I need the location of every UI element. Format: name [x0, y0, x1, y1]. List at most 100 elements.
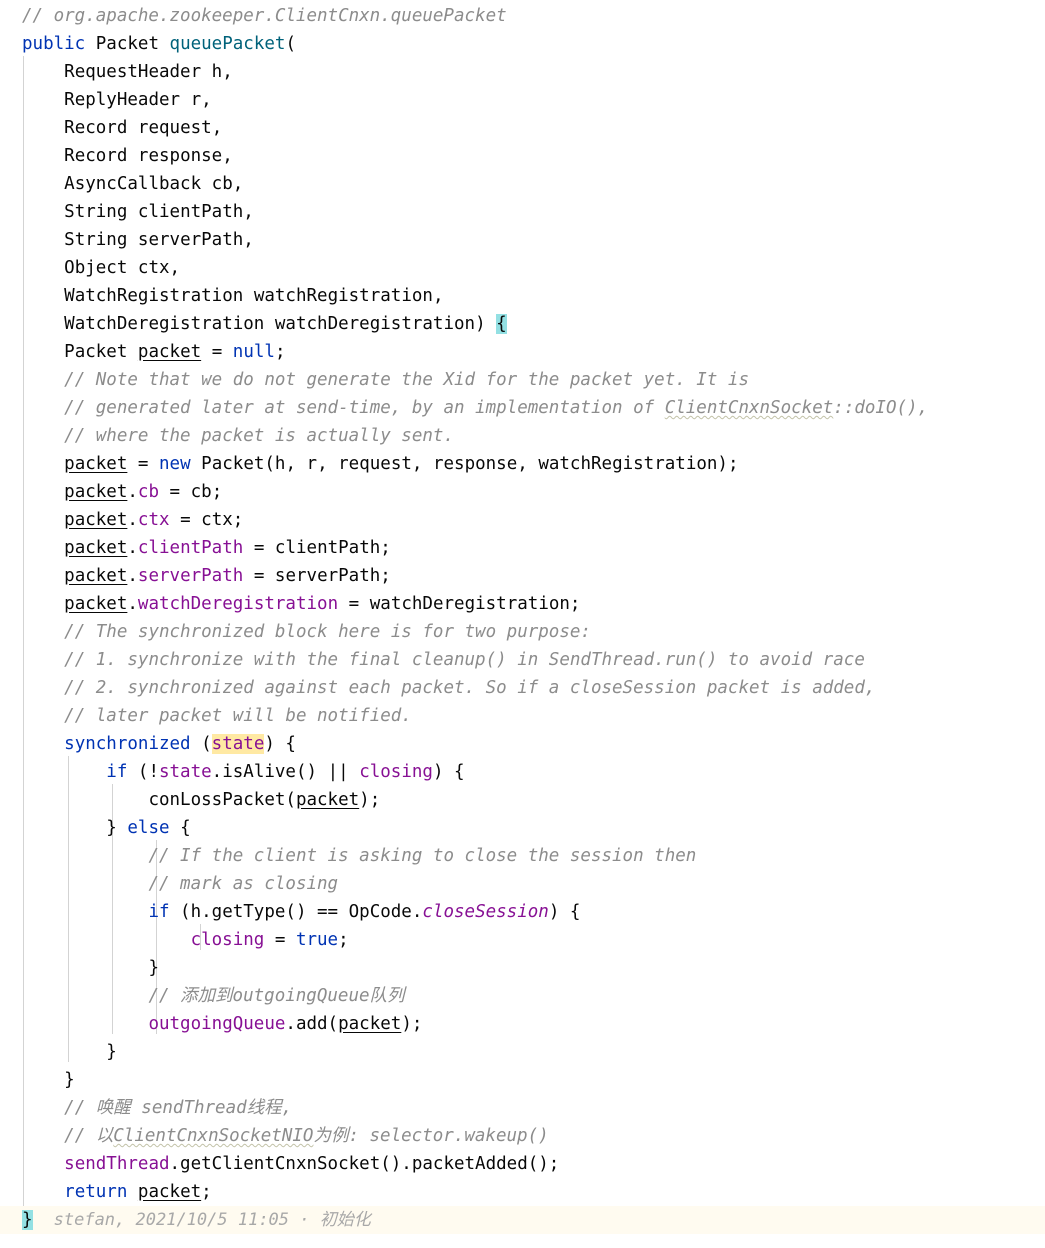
decl-type: Packet — [64, 342, 128, 362]
code-line-comment[interactable]: // The synchronized block here is for tw… — [0, 618, 1045, 646]
keyword-null: null — [232, 342, 275, 362]
code-line-comment-cn[interactable]: // 以ClientCnxnSocketNIO为例: selector.wake… — [0, 1122, 1045, 1150]
local-var-packet: packet — [295, 790, 360, 810]
local-var-packet: packet — [64, 566, 128, 586]
code-line-method-signature[interactable]: public Packet queuePacket( — [0, 30, 1045, 58]
param-sep: , — [201, 90, 212, 110]
keyword-public: public — [22, 34, 86, 54]
param-name: r — [190, 90, 202, 110]
code-line-comment[interactable]: // later packet will be notified. — [0, 702, 1045, 730]
param-sep: , — [211, 118, 223, 138]
method-name: queuePacket — [169, 34, 286, 54]
code-line-new-packet[interactable]: packet = new Packet(h, r, request, respo… — [0, 450, 1045, 478]
code-line-field-assign[interactable]: packet.clientPath = clientPath; — [0, 534, 1045, 562]
param-type: Object — [64, 258, 128, 278]
code-line-closing-true[interactable]: closing = true; — [0, 926, 1045, 954]
comment-text: // mark as closing — [148, 874, 339, 894]
keyword-true: true — [295, 930, 339, 950]
close-brace: } — [106, 1042, 117, 1062]
param-type: WatchRegistration — [64, 286, 244, 306]
code-line-field-assign[interactable]: packet.cb = cb; — [0, 478, 1045, 506]
param-name: watchDeregistration — [274, 314, 476, 334]
code-line-field-assign[interactable]: packet.ctx = ctx; — [0, 506, 1045, 534]
param-type: WatchDeregistration — [64, 314, 265, 334]
param-sep: , — [222, 146, 233, 166]
code-line-close-brace-inner-if[interactable]: } — [0, 954, 1045, 982]
code-line-if-optype[interactable]: if (h.getType() == OpCode.closeSession) … — [0, 898, 1045, 926]
param-type: Record — [64, 146, 128, 166]
param-sep: , — [432, 286, 444, 306]
code-line-comment[interactable]: // 2. synchronized against each packet. … — [0, 674, 1045, 702]
code-line-conloss-call[interactable]: conLossPacket(packet); — [0, 786, 1045, 814]
code-line-param[interactable]: Record request, — [0, 114, 1045, 142]
field-state: state — [158, 762, 212, 782]
code-line-send-thread[interactable]: sendThread.getClientCnxnSocket().packetA… — [0, 1150, 1045, 1178]
code-line-else[interactable]: } else { — [0, 814, 1045, 842]
param-name: clientPath — [137, 202, 244, 222]
comment-text: // The synchronized block here is for tw… — [64, 622, 591, 642]
close-brace: } — [148, 958, 159, 978]
comment-text: // 以ClientCnxnSocketNIO为例: selector.wake… — [64, 1126, 549, 1146]
local-var-packet: packet — [64, 482, 128, 502]
code-line-return[interactable]: return packet; — [0, 1178, 1045, 1206]
param-type: ReplyHeader — [64, 90, 181, 110]
vcs-blame-annotation[interactable]: stefan, 2021/10/5 11:05 · 初始化 — [54, 1210, 371, 1230]
comment-text: // 唤醒 sendThread线程, — [64, 1098, 293, 1118]
param-name: cb — [211, 174, 233, 194]
code-line-comment[interactable]: // generated later at send-time, by an i… — [0, 394, 1045, 422]
code-line-param[interactable]: AsyncCallback cb, — [0, 170, 1045, 198]
code-line-comment[interactable]: // mark as closing — [0, 870, 1045, 898]
code-line-comment[interactable]: // Note that we do not generate the Xid … — [0, 366, 1045, 394]
local-var-packet: packet — [64, 594, 128, 614]
code-line-param[interactable]: ReplyHeader r, — [0, 86, 1045, 114]
local-var-packet: packet — [137, 1182, 202, 1202]
field-closing: closing — [190, 930, 265, 950]
comment-text: // later packet will be notified. — [64, 706, 412, 726]
code-line-close-brace-else[interactable]: } — [0, 1038, 1045, 1066]
field-closing: closing — [359, 762, 433, 782]
code-line-comment[interactable]: // where the packet is actually sent. — [0, 422, 1045, 450]
code-line-param[interactable]: String serverPath, — [0, 226, 1045, 254]
local-var-packet: packet — [137, 342, 202, 362]
local-var-packet: packet — [64, 538, 128, 558]
code-line-queue-add[interactable]: outgoingQueue.add(packet); — [0, 1010, 1045, 1038]
code-line-close-brace-sync[interactable]: } — [0, 1066, 1045, 1094]
code-line-param[interactable]: Object ctx, — [0, 254, 1045, 282]
comment-text: // If the client is asking to close the … — [148, 846, 697, 866]
param-sep: , — [243, 202, 254, 222]
code-line-packet-decl[interactable]: Packet packet = null; — [0, 338, 1045, 366]
keyword-if: if — [148, 902, 170, 922]
assign-value: cb; — [190, 482, 223, 502]
code-editor[interactable]: // org.apache.zookeeper.ClientCnxn.queue… — [0, 0, 1045, 1248]
code-line-comment[interactable]: // 1. synchronize with the final cleanup… — [0, 646, 1045, 674]
static-field-close-session: closeSession — [422, 902, 549, 922]
keyword-else: else — [127, 818, 170, 838]
code-line-comment[interactable]: // If the client is asking to close the … — [0, 842, 1045, 870]
code-line-field-assign[interactable]: packet.watchDeregistration = watchDeregi… — [0, 590, 1045, 618]
keyword-if: if — [106, 762, 128, 782]
code-line-comment-cn[interactable]: // 唤醒 sendThread线程, — [0, 1094, 1045, 1122]
open-paren: ( — [285, 34, 296, 54]
param-name: h — [211, 62, 223, 82]
assign-value: ctx; — [201, 510, 244, 530]
code-line-param[interactable]: Record response, — [0, 142, 1045, 170]
code-line-header-comment[interactable]: // org.apache.zookeeper.ClientCnxn.queue… — [0, 2, 1045, 30]
spellcheck-word: ClientCnxnSocketNIO — [113, 1126, 314, 1146]
code-line-param-last[interactable]: WatchDeregistration watchDeregistration)… — [0, 310, 1045, 338]
comment-text: // where the packet is actually sent. — [64, 426, 454, 446]
code-line-field-assign[interactable]: packet.serverPath = serverPath; — [0, 562, 1045, 590]
code-line-param[interactable]: String clientPath, — [0, 198, 1045, 226]
code-line-param[interactable]: WatchRegistration watchRegistration, — [0, 282, 1045, 310]
matched-close-brace: } — [22, 1210, 33, 1230]
local-var-packet: packet — [64, 510, 128, 530]
param-type: String — [64, 230, 128, 250]
code-line-comment-cn[interactable]: // 添加到outgoingQueue队列 — [0, 982, 1045, 1010]
comment-text: // org.apache.zookeeper.ClientCnxn.queue… — [22, 6, 507, 26]
keyword-synchronized: synchronized — [64, 734, 191, 754]
code-line-if-alive[interactable]: if (!state.isAlive() || closing) { — [0, 758, 1045, 786]
code-line-method-close[interactable]: } stefan, 2021/10/5 11:05 · 初始化 — [0, 1206, 1045, 1234]
param-name: serverPath — [137, 230, 244, 250]
code-line-param[interactable]: RequestHeader h, — [0, 58, 1045, 86]
param-type: String — [64, 202, 128, 222]
code-line-synchronized[interactable]: synchronized (state) { — [0, 730, 1045, 758]
